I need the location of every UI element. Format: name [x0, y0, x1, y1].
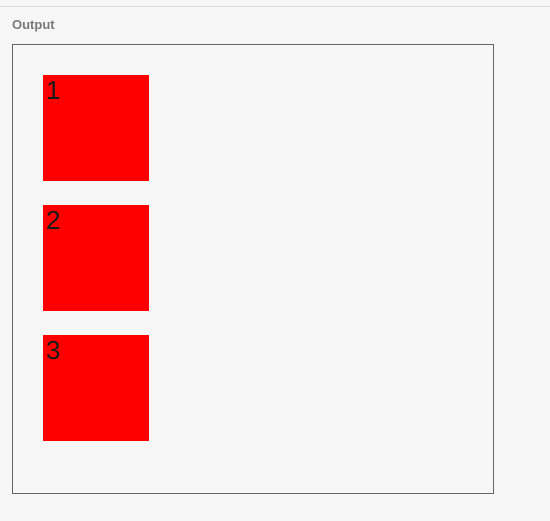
box-3: 3 — [43, 335, 149, 441]
box-2-label: 2 — [46, 205, 60, 235]
box-1: 1 — [43, 75, 149, 181]
box-2: 2 — [43, 205, 149, 311]
box-1-label: 1 — [46, 75, 60, 105]
output-frame: 1 2 3 — [12, 44, 494, 494]
box-3-label: 3 — [46, 335, 60, 365]
output-label: Output — [0, 7, 550, 32]
